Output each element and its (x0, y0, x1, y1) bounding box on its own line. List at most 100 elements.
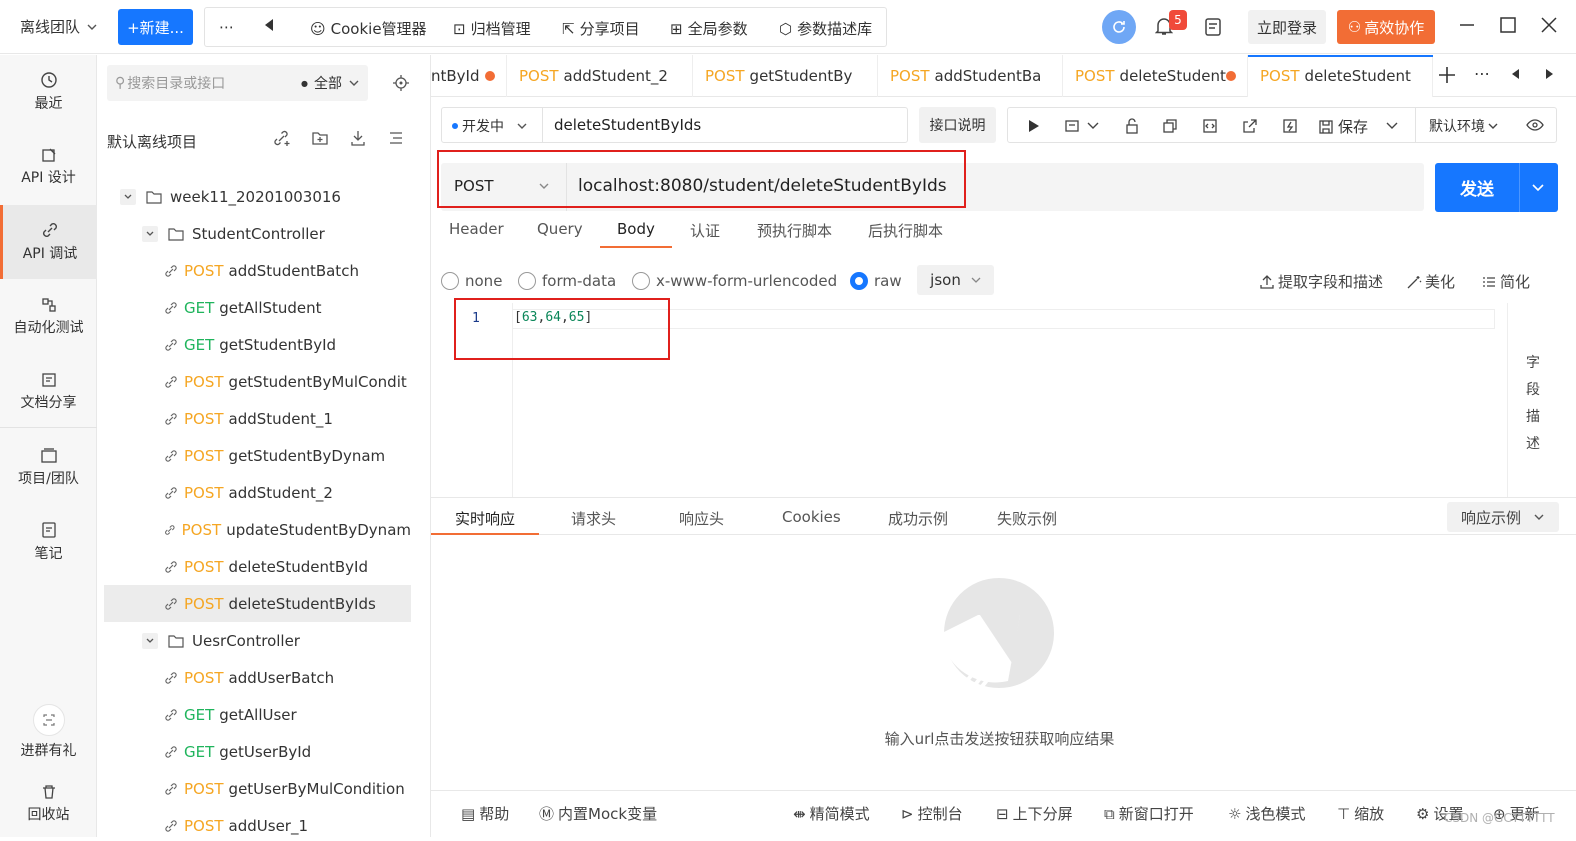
rail-automation[interactable]: 自动化测试 (0, 280, 97, 354)
login-button[interactable]: 立即登录 (1248, 10, 1326, 44)
tab-auth[interactable]: 认证 (690, 220, 720, 241)
team-selector[interactable]: 离线团队 (20, 16, 98, 37)
save-button[interactable]: 保存 (1318, 116, 1368, 137)
tree-api-item[interactable]: GET getAllStudent (104, 289, 411, 326)
collapse-left-icon[interactable] (263, 18, 275, 32)
radio-form-data[interactable]: form-data (518, 272, 616, 290)
radio-raw[interactable]: raw (850, 272, 902, 290)
request-tab[interactable]: ntById (431, 55, 507, 97)
locate-icon[interactable] (392, 74, 410, 92)
env-select[interactable]: 默认环境 (1429, 116, 1499, 136)
tree-api-item[interactable]: POST addStudent_2 (104, 474, 411, 511)
simplify-button[interactable]: 简化 (1481, 271, 1530, 292)
scroll-right-icon[interactable] (1545, 68, 1555, 80)
tab-post-script[interactable]: 后执行脚本 (868, 220, 943, 241)
add-folder-icon[interactable] (311, 129, 329, 147)
split-screen-button[interactable]: ⊟ 上下分屏 (996, 803, 1073, 824)
run-icon[interactable] (1028, 119, 1040, 133)
tree-folder-student-controller[interactable]: StudentController (104, 215, 411, 252)
request-tab[interactable]: POST deleteStudent (1248, 55, 1433, 97)
response-example-select[interactable]: 响应示例 (1447, 502, 1559, 532)
more-tabs-icon[interactable]: ⋯ (1474, 64, 1490, 83)
save-options-icon[interactable] (1385, 119, 1399, 133)
new-button[interactable]: +新建... (118, 9, 193, 45)
code-icon[interactable] (1202, 118, 1218, 134)
zoom-button[interactable]: ⊤ 缩放 (1337, 803, 1384, 824)
extract-fields-button[interactable]: 提取字段和描述 (1259, 271, 1383, 292)
mock-vars-button[interactable]: Ⓜ 内置Mock变量 (539, 803, 657, 824)
tab-body[interactable]: Body (617, 220, 655, 238)
sort-icon[interactable] (387, 129, 405, 147)
chevron-down-icon[interactable] (142, 225, 158, 242)
maximize-icon[interactable] (1499, 16, 1517, 34)
tree-folder-user-controller[interactable]: UesrController (104, 622, 411, 659)
request-tab[interactable]: POST addStudent_2 (507, 55, 693, 97)
tree-api-item[interactable]: POST addUser_1 (104, 807, 411, 837)
console-button[interactable]: ⊳ 控制台 (901, 803, 963, 824)
request-tab[interactable]: POST getStudentBy (693, 55, 878, 97)
tree-api-item[interactable]: POST updateStudentByDynam (104, 511, 411, 548)
rail-recycle-bin[interactable]: 回收站 (0, 767, 97, 841)
new-window-button[interactable]: ⧉ 新窗口打开 (1104, 803, 1194, 824)
tree-api-item[interactable]: POST getUserByMulCondition (104, 770, 411, 807)
share-project-button[interactable]: ⇱ 分享项目 (562, 18, 640, 39)
tree-api-item[interactable]: POST getStudentByDynam (104, 437, 411, 474)
rail-api-design[interactable]: API 设计 (0, 130, 97, 204)
archive-button[interactable]: ⊡ 归档管理 (453, 18, 531, 39)
rail-notes[interactable]: 笔记 (0, 505, 97, 579)
collab-button[interactable]: ⚇ 高效协作 (1337, 10, 1435, 44)
chevron-down-icon[interactable] (1531, 181, 1545, 195)
rail-doc-share[interactable]: 文档分享 (0, 355, 97, 429)
chevron-down-icon[interactable] (120, 188, 136, 205)
tab-fail-example[interactable]: 失败示例 (997, 508, 1057, 529)
cookie-manager-button[interactable]: ☺ Cookie管理器 (310, 18, 427, 39)
mock-dropdown[interactable] (1064, 118, 1100, 134)
scroll-left-icon[interactable] (1510, 68, 1520, 80)
tree-folder-week11[interactable]: week11_20201003016 (104, 178, 411, 215)
notes-icon[interactable] (1204, 17, 1222, 37)
tree-api-item[interactable]: POST deleteStudentByIds (104, 585, 411, 622)
tab-cookies[interactable]: Cookies (782, 508, 841, 526)
tree-api-item[interactable]: POST getStudentByMulCondit (104, 363, 411, 400)
rail-project-team[interactable]: 项目/团队 (0, 430, 97, 504)
tree-api-item[interactable]: POST addStudent_1 (104, 400, 411, 437)
tree-api-item[interactable]: POST deleteStudentById (104, 548, 411, 585)
flash-icon[interactable] (1282, 118, 1298, 134)
close-icon[interactable] (1540, 16, 1558, 34)
tab-request-headers[interactable]: 请求头 (571, 508, 616, 529)
api-doc-button[interactable]: 接口说明 (919, 107, 996, 143)
tab-header[interactable]: Header (449, 220, 504, 238)
status-select[interactable]: 开发中 (452, 116, 528, 136)
tree-search[interactable]: ⚲ 搜索目录或接口 ● 全部 (107, 65, 368, 101)
tree-api-item[interactable]: GET getStudentById (104, 326, 411, 363)
radio-urlencoded[interactable]: x-www-form-urlencoded (632, 272, 837, 290)
tree-api-item[interactable]: POST addUserBatch (104, 659, 411, 696)
eye-icon[interactable] (1526, 118, 1544, 132)
compact-mode-button[interactable]: ⇼ 精简模式 (793, 803, 870, 824)
request-tab[interactable]: POST deleteStudent (1063, 55, 1248, 97)
tab-response-headers[interactable]: 响应头 (679, 508, 724, 529)
add-api-icon[interactable] (273, 129, 291, 147)
share-icon[interactable] (1242, 118, 1258, 134)
rail-recent[interactable]: 最近 (0, 55, 97, 129)
tab-success-example[interactable]: 成功示例 (888, 508, 948, 529)
lock-icon[interactable] (1125, 118, 1139, 134)
param-library-button[interactable]: ⬡ 参数描述库 (779, 18, 872, 39)
scope-select[interactable]: ● 全部 (301, 73, 360, 93)
minimize-icon[interactable] (1458, 16, 1476, 34)
send-button[interactable]: 发送 (1435, 163, 1558, 212)
radio-none[interactable]: none (441, 272, 502, 290)
format-select[interactable]: json (917, 265, 994, 295)
sync-icon[interactable] (1102, 10, 1136, 44)
tab-query[interactable]: Query (537, 220, 583, 238)
tab-live-response[interactable]: 实时响应 (455, 508, 515, 529)
request-tab[interactable]: POST addStudentBa (878, 55, 1063, 97)
global-params-button[interactable]: ⊞ 全局参数 (670, 18, 748, 39)
copy-icon[interactable] (1162, 118, 1178, 134)
tree-api-item[interactable]: POST addStudentBatch (104, 252, 411, 289)
light-mode-button[interactable]: ☼ 浅色模式 (1228, 803, 1305, 824)
request-name-input[interactable]: deleteStudentByIds (554, 116, 701, 134)
search-input[interactable]: 搜索目录或接口 (127, 73, 225, 93)
rail-api-debug[interactable]: API 调试 (0, 205, 97, 279)
field-desc-toggle[interactable]: 字 段 描 述 (1526, 352, 1542, 453)
